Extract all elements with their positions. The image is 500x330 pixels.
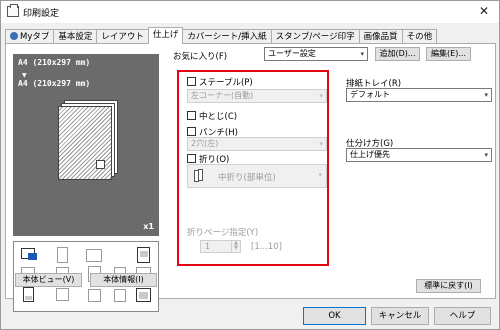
printer-info-button[interactable]: 本体情報(I) (90, 273, 157, 287)
restore-defaults-button[interactable]: 標準に戻す(I) (416, 279, 481, 293)
cover-icon (54, 287, 71, 304)
arrow-down-icon: ▼ (22, 72, 27, 79)
title-bar: 印刷設定 ✕ (1, 1, 499, 23)
help-button[interactable]: ヘルプ (434, 307, 491, 325)
print-job-icon (20, 287, 37, 304)
punch-unit-icon (86, 247, 103, 264)
cancel-button[interactable]: キャンセル (371, 307, 429, 325)
chevron-down-icon: ▾ (484, 91, 488, 99)
chevron-down-icon: ▾ (484, 151, 488, 159)
sort-icon (135, 287, 152, 304)
tab-other[interactable]: その他 (401, 29, 438, 44)
tab-image-quality[interactable]: 画像品質 (358, 29, 403, 44)
copies-count: x1 (143, 222, 154, 231)
tab-my-tab[interactable]: Myタブ (5, 29, 55, 44)
tab-cover-sheet[interactable]: カバーシート/挿入紙 (182, 29, 272, 44)
favorites-select[interactable]: ユーザー設定 ▾ (264, 47, 368, 61)
finisher-icon (20, 247, 37, 264)
trimmer-icon (112, 287, 129, 304)
tab-layout[interactable]: レイアウト (96, 29, 149, 44)
printer-icon (7, 4, 19, 17)
ok-button[interactable]: OK (303, 307, 366, 325)
user-icon (10, 32, 18, 40)
tab-basic[interactable]: 基本設定 (53, 29, 98, 44)
favorites-label: お気に入り(F) (173, 52, 228, 62)
original-size: A4 (210x297 mm) (18, 58, 91, 67)
fold-unit-icon (135, 247, 152, 264)
edit-favorite-button[interactable]: 編集(E)... (426, 47, 471, 61)
output-tray-icon (54, 247, 71, 264)
tab-stamp[interactable]: スタンプ/ページ印字 (270, 29, 360, 44)
add-favorite-button[interactable]: 追加(D)... (375, 47, 420, 61)
print-preview: A4 (210x297 mm) ▼ A4 (210x297 mm) x1 (13, 54, 159, 236)
finishing-highlight-frame (177, 70, 329, 266)
close-icon[interactable]: ✕ (479, 4, 489, 18)
output-size: A4 (210x297 mm) (18, 79, 91, 88)
output-tray-select[interactable]: デフォルト ▾ (346, 88, 492, 102)
collate-select[interactable]: 仕上げ優先 ▾ (346, 148, 492, 162)
chevron-down-icon: ▾ (360, 50, 364, 58)
window-title: 印刷設定 (23, 9, 60, 19)
printer-view-button[interactable]: 本体ビュー(V) (15, 273, 82, 287)
tab-finishing[interactable]: 仕上げ (147, 27, 184, 44)
tab-bar: Myタブ 基本設定 レイアウト 仕上げ カバーシート/挿入紙 スタンプ/ページ印… (5, 27, 438, 44)
print-settings-window: 印刷設定 ✕ Myタブ 基本設定 レイアウト 仕上げ カバーシート/挿入紙 スタ… (0, 0, 500, 330)
paper-stack-icon (58, 100, 120, 186)
insert-icon (86, 287, 103, 304)
